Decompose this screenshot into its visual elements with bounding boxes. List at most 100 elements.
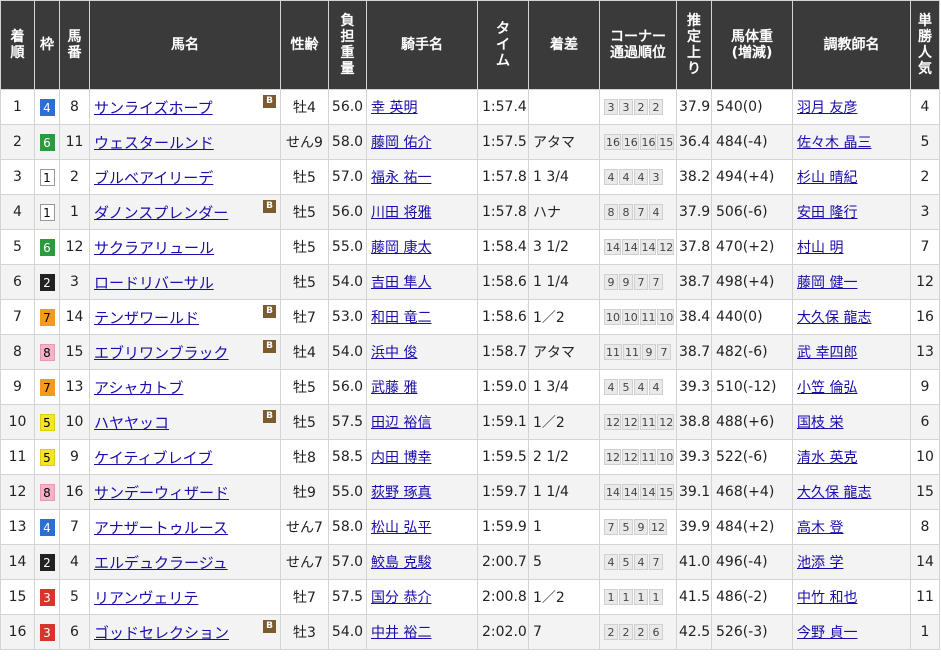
last-3f-time: 39.3 bbox=[676, 369, 712, 405]
sex-age: 牡3 bbox=[280, 614, 329, 650]
horse-name-link[interactable]: エルデュクラージュ bbox=[94, 554, 228, 572]
jockey-link[interactable]: 川田 将雅 bbox=[371, 205, 431, 221]
corner-position: 7 bbox=[649, 274, 663, 290]
jockey-link[interactable]: 武藤 雅 bbox=[371, 380, 417, 396]
corner-positions: 9977 bbox=[599, 264, 677, 300]
jockey-link[interactable]: 和田 竜二 bbox=[371, 310, 431, 326]
horse-name-link[interactable]: ハヤヤッコ bbox=[94, 414, 169, 432]
trainer-link[interactable]: 羽月 友彦 bbox=[797, 100, 857, 116]
jockey-link[interactable]: 内田 博幸 bbox=[371, 450, 431, 466]
trainer-link[interactable]: 国枝 栄 bbox=[797, 415, 843, 431]
corner-position: 8 bbox=[604, 204, 618, 220]
trainer-link[interactable]: 藤岡 健一 bbox=[797, 275, 857, 291]
trainer-link[interactable]: 佐々木 晶三 bbox=[797, 135, 871, 151]
horse-name-link[interactable]: ロードリバーサル bbox=[94, 274, 214, 292]
corner-positions: 7 5 9 12 bbox=[599, 509, 677, 545]
margin: アタマ bbox=[528, 334, 600, 370]
corner-position: 11 bbox=[623, 344, 641, 360]
jockey-link[interactable]: 荻野 琢真 bbox=[371, 485, 431, 501]
horse-name-link[interactable]: リアンヴェリテ bbox=[94, 589, 198, 607]
horse-name-link[interactable]: アナザートゥルース bbox=[94, 519, 228, 537]
body-weight: 468(+4) bbox=[711, 474, 793, 510]
horse-name-cell: アシャカトブ bbox=[89, 369, 281, 405]
frame-badge: 4 bbox=[39, 518, 55, 536]
horse-number: 5 bbox=[59, 579, 90, 615]
trainer-link[interactable]: 安田 隆行 bbox=[797, 205, 857, 221]
horse-name-cell: サンデーウィザード bbox=[89, 474, 281, 510]
trainer-cell: 藤岡 健一 bbox=[792, 264, 911, 300]
last-3f-time: 37.8 bbox=[676, 229, 712, 265]
sex-age: 牡5 bbox=[280, 264, 329, 300]
header-rank: 着順 bbox=[0, 0, 35, 90]
corner-position: 7 bbox=[649, 554, 663, 570]
corner-position: 16 bbox=[639, 134, 657, 150]
trainer-link[interactable]: 杉山 晴紀 bbox=[797, 170, 857, 186]
result-row: 8 8 15 エブリワンブラック B 牡4 54.0 浜中 俊 1:58.7 アタマ 11 11 9 7 3… bbox=[0, 334, 940, 370]
horse-name-link[interactable]: テンザワールド bbox=[94, 309, 199, 327]
header-jockey: 騎手名 bbox=[366, 0, 478, 90]
last-3f-time: 38.4 bbox=[676, 299, 712, 335]
corner-position: 2 bbox=[604, 624, 618, 640]
horse-name-link[interactable]: サンライズホープ bbox=[94, 99, 213, 117]
corner-position: 5 bbox=[619, 379, 633, 395]
horse-name-link[interactable]: ウェスタールンド bbox=[94, 134, 214, 152]
horse-name-link[interactable]: ダノンスプレンダー bbox=[94, 204, 228, 222]
frame-badge: 7 bbox=[39, 378, 55, 396]
horse-name-cell: ゴッドセレクション B bbox=[89, 614, 281, 650]
jockey-link[interactable]: 浜中 俊 bbox=[371, 345, 417, 361]
corner-position: 2 bbox=[634, 624, 648, 640]
frame-badge: 2 bbox=[39, 553, 55, 571]
jockey-link[interactable]: 松山 弘平 bbox=[371, 520, 431, 536]
jockey-link[interactable]: 藤岡 佑介 bbox=[371, 135, 431, 151]
jockey-link[interactable]: 福永 祐一 bbox=[371, 170, 431, 186]
horse-name-link[interactable]: ブルベアイリーデ bbox=[94, 169, 213, 187]
margin: 1 bbox=[528, 509, 600, 545]
trainer-link[interactable]: 池添 学 bbox=[797, 555, 843, 571]
margin: 1／2 bbox=[528, 404, 600, 440]
trainer-link[interactable]: 武 幸四郎 bbox=[797, 345, 857, 361]
trainer-link[interactable]: 大久保 龍志 bbox=[797, 310, 871, 326]
horse-name-link[interactable]: ケイティブレイブ bbox=[94, 449, 213, 467]
corner-position: 14 bbox=[604, 239, 621, 255]
last-3f-time: 41.0 bbox=[676, 544, 712, 580]
win-popularity: 11 bbox=[910, 579, 940, 615]
trainer-link[interactable]: 今野 貞一 bbox=[797, 625, 857, 641]
header-horse-name: 馬名 bbox=[89, 0, 281, 90]
last-3f-time: 38.7 bbox=[676, 264, 712, 300]
jockey-link[interactable]: 幸 英明 bbox=[371, 100, 417, 116]
jockey-link[interactable]: 鮫島 克駿 bbox=[371, 555, 431, 571]
trainer-link[interactable]: 村山 明 bbox=[797, 240, 843, 256]
frame-cell: 8 bbox=[34, 334, 60, 370]
trainer-link[interactable]: 清水 英克 bbox=[797, 450, 857, 466]
weight-carried: 56.0 bbox=[328, 89, 367, 125]
win-popularity: 7 bbox=[910, 229, 940, 265]
jockey-link[interactable]: 藤岡 康太 bbox=[371, 240, 431, 256]
corner-position: 9 bbox=[619, 274, 633, 290]
sex-age: 牡4 bbox=[280, 334, 329, 370]
corner-position: 12 bbox=[621, 449, 639, 465]
trainer-link[interactable]: 小笠 倫弘 bbox=[797, 380, 857, 396]
corner-position: 16 bbox=[604, 134, 621, 150]
frame-badge: 2 bbox=[39, 273, 55, 291]
horse-name-link[interactable]: サクラアリュール bbox=[94, 239, 214, 257]
horse-name-link[interactable]: ゴッドセレクション bbox=[94, 624, 229, 642]
horse-name-link[interactable]: サンデーウィザード bbox=[94, 484, 229, 502]
trainer-link[interactable]: 高木 登 bbox=[797, 520, 843, 536]
corner-position: 16 bbox=[621, 134, 639, 150]
win-popularity: 14 bbox=[910, 544, 940, 580]
jockey-link[interactable]: 吉田 隼人 bbox=[371, 275, 431, 291]
horse-name-link[interactable]: アシャカトブ bbox=[94, 379, 183, 397]
trainer-link[interactable]: 大久保 龍志 bbox=[797, 485, 871, 501]
jockey-link[interactable]: 中井 裕二 bbox=[371, 625, 431, 641]
last-3f-time: 36.4 bbox=[676, 124, 712, 160]
jockey-cell: 福永 祐一 bbox=[366, 159, 478, 195]
header-popularity: 単勝人気 bbox=[910, 0, 940, 90]
jockey-link[interactable]: 田辺 裕信 bbox=[371, 415, 431, 431]
trainer-link[interactable]: 中竹 和也 bbox=[797, 590, 857, 606]
horse-number: 12 bbox=[59, 229, 90, 265]
jockey-cell: 吉田 隼人 bbox=[366, 264, 478, 300]
jockey-link[interactable]: 国分 恭介 bbox=[371, 590, 431, 606]
blinker-icon: B bbox=[263, 95, 276, 108]
horse-name-link[interactable]: エブリワンブラック bbox=[94, 344, 229, 362]
corner-position: 12 bbox=[657, 414, 674, 430]
